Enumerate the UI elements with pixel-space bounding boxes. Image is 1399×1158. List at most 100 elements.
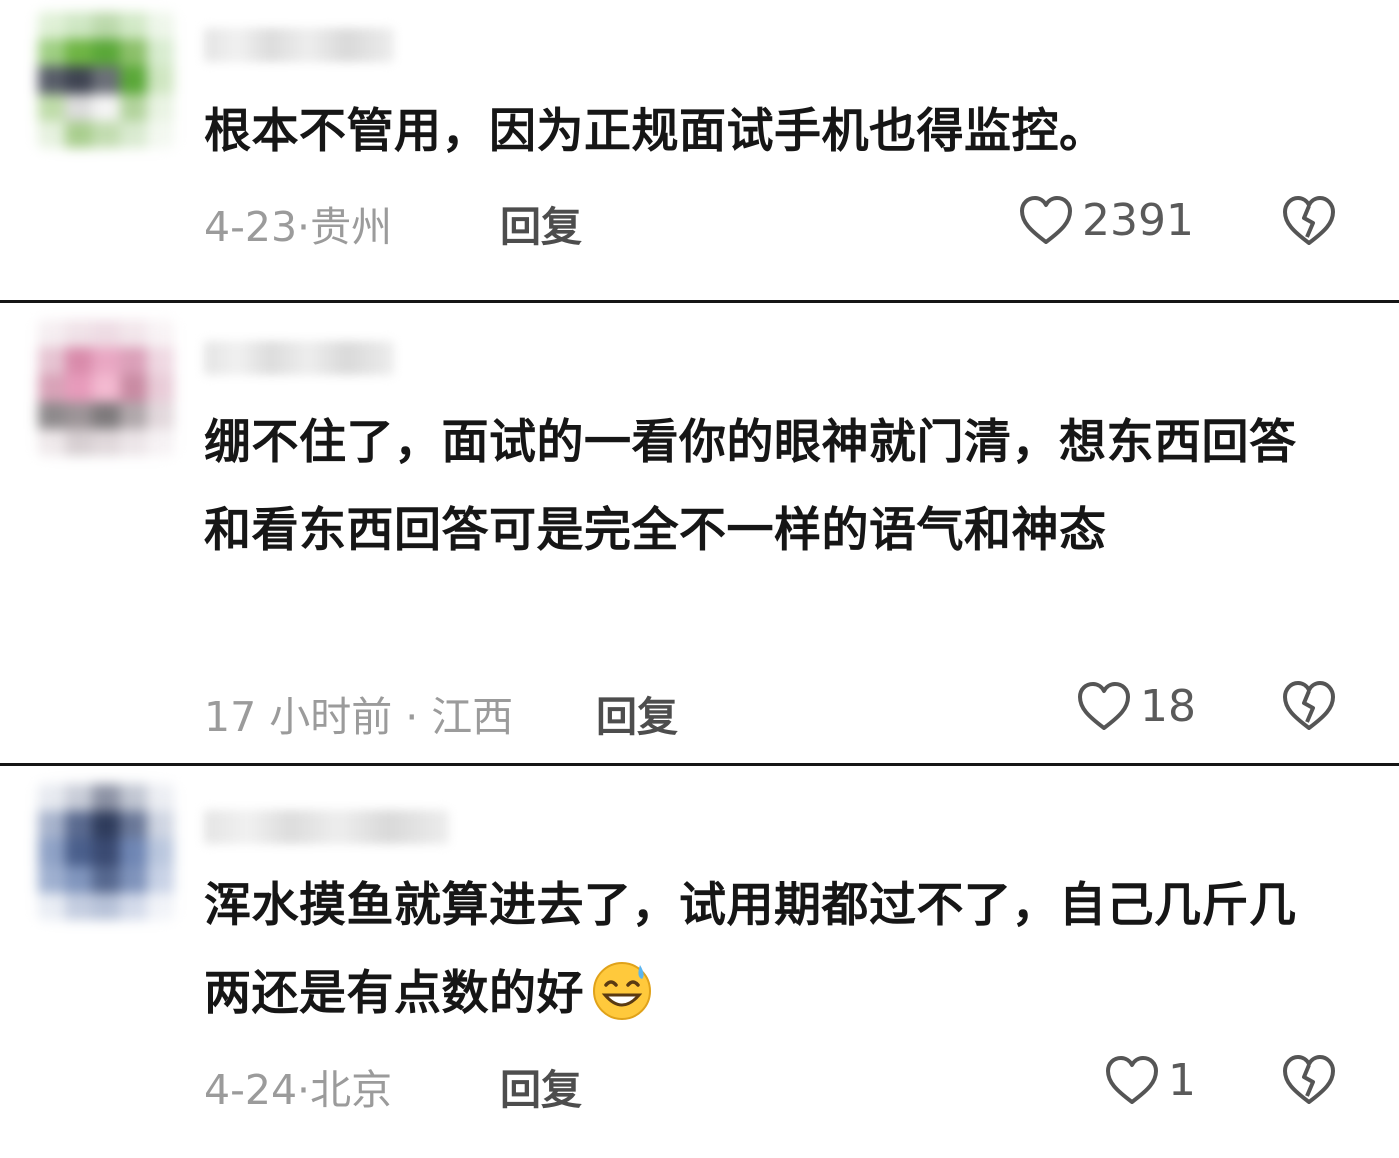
heart-icon xyxy=(1020,196,1072,244)
avatar-pixel xyxy=(38,320,66,348)
broken-heart-icon[interactable] xyxy=(1280,1052,1338,1106)
avatar[interactable] xyxy=(38,320,174,456)
avatar-pixel xyxy=(38,39,66,67)
avatar-pixel xyxy=(65,374,93,402)
like-button[interactable]: 1 xyxy=(1104,1050,1196,1110)
comment-meta: 4-24·北京 xyxy=(204,1066,393,1114)
avatar-pixel xyxy=(92,66,120,94)
avatar-pixel xyxy=(65,428,93,456)
avatar-pixel xyxy=(65,784,93,812)
avatar-pixel xyxy=(92,39,120,67)
avatar-pixel xyxy=(146,320,174,348)
avatar-pixel xyxy=(38,120,66,148)
comment-card: 绷不住了，面试的一看你的眼神就门清，想东西回答和看东西回答可是完全不一样的语气和… xyxy=(0,303,1399,763)
avatar-pixel xyxy=(146,784,174,812)
avatar-pixel xyxy=(38,93,66,121)
avatar-pixel xyxy=(65,320,93,348)
avatar-pixel xyxy=(38,838,66,866)
avatar-pixel xyxy=(38,811,66,839)
avatar-pixel xyxy=(38,428,66,456)
avatar-pixel xyxy=(65,12,93,40)
like-count: 2391 xyxy=(1082,194,1194,246)
avatar-pixel xyxy=(92,320,120,348)
comment-card: 浑水摸鱼就算进去了，试用期都过不了，自己几斤几两还是有点数的好 4-24·北京 … xyxy=(0,766,1399,1158)
avatar-pixel xyxy=(38,892,66,920)
avatar-pixel xyxy=(146,401,174,429)
heart-icon xyxy=(1106,1056,1158,1104)
avatar-pixel xyxy=(119,838,147,866)
avatar-pixel xyxy=(146,120,174,148)
avatar-pixel xyxy=(146,93,174,121)
avatar-pixel xyxy=(119,320,147,348)
avatar-pixel xyxy=(146,347,174,375)
like-button[interactable]: 18 xyxy=(1076,676,1196,736)
avatar-pixel xyxy=(92,428,120,456)
avatar-pixel xyxy=(38,12,66,40)
avatar-pixel xyxy=(146,12,174,40)
avatar[interactable] xyxy=(38,784,174,920)
broken-heart-icon[interactable] xyxy=(1280,193,1338,247)
avatar-pixel xyxy=(119,401,147,429)
avatar-pixel xyxy=(119,865,147,893)
like-count: 18 xyxy=(1140,680,1196,732)
like-count: 1 xyxy=(1168,1054,1196,1106)
avatar-pixel xyxy=(65,347,93,375)
comment-meta: 4-23·贵州 xyxy=(204,203,393,251)
avatar-pixel xyxy=(119,428,147,456)
comment-card: 根本不管用，因为正规面试手机也得监控。 4-23·贵州 回复 2391 xyxy=(0,0,1399,300)
reply-button[interactable]: 回复 xyxy=(596,683,678,743)
avatar-pixel xyxy=(92,12,120,40)
avatar-pixel xyxy=(38,374,66,402)
avatar-pixel xyxy=(65,892,93,920)
username-blurred[interactable] xyxy=(204,28,394,62)
avatar-pixel xyxy=(92,865,120,893)
avatar-pixel xyxy=(38,784,66,812)
avatar-pixel xyxy=(92,811,120,839)
avatar-pixel xyxy=(119,93,147,121)
avatar-pixel xyxy=(119,347,147,375)
avatar-pixel xyxy=(146,865,174,893)
avatar-pixel xyxy=(119,12,147,40)
avatar-pixel xyxy=(119,811,147,839)
avatar[interactable] xyxy=(38,12,174,148)
username-blurred[interactable] xyxy=(204,341,394,375)
avatar-pixel xyxy=(146,892,174,920)
comment-text: 绷不住了，面试的一看你的眼神就门清，想东西回答和看东西回答可是完全不一样的语气和… xyxy=(204,415,1297,558)
avatar-pixel xyxy=(146,838,174,866)
avatar-pixel xyxy=(92,784,120,812)
avatar-pixel xyxy=(65,66,93,94)
avatar-pixel xyxy=(38,347,66,375)
avatar-pixel xyxy=(119,120,147,148)
comment-meta: 17 小时前 · 江西 xyxy=(204,693,514,741)
avatar-pixel xyxy=(146,428,174,456)
avatar-pixel xyxy=(92,838,120,866)
reply-button[interactable]: 回复 xyxy=(500,193,582,253)
avatar-pixel xyxy=(65,93,93,121)
like-button[interactable]: 2391 xyxy=(1018,190,1194,250)
avatar-pixel xyxy=(92,93,120,121)
avatar-pixel xyxy=(65,120,93,148)
reply-button[interactable]: 回复 xyxy=(500,1056,582,1116)
avatar-pixel xyxy=(38,66,66,94)
avatar-pixel xyxy=(38,865,66,893)
avatar-pixel xyxy=(146,39,174,67)
broken-heart-icon[interactable] xyxy=(1280,678,1338,732)
avatar-pixel xyxy=(65,811,93,839)
avatar-pixel xyxy=(119,892,147,920)
avatar-pixel xyxy=(146,66,174,94)
avatar-pixel xyxy=(65,39,93,67)
comment-text-body: 浑水摸鱼就算进去了，试用期都过不了，自己几斤几两还是有点数的好 xyxy=(204,878,1297,1021)
avatar-pixel xyxy=(119,39,147,67)
avatar-pixel xyxy=(119,66,147,94)
heart-icon xyxy=(1078,682,1130,730)
avatar-pixel xyxy=(146,811,174,839)
avatar-pixel xyxy=(92,892,120,920)
comment-text: 浑水摸鱼就算进去了，试用期都过不了，自己几斤几两还是有点数的好 xyxy=(204,862,1314,1038)
avatar-pixel xyxy=(119,784,147,812)
sweat-smile-emoji-icon xyxy=(593,962,651,1020)
avatar-pixel xyxy=(119,374,147,402)
avatar-pixel xyxy=(65,401,93,429)
username-blurred[interactable] xyxy=(204,810,449,844)
comment-text: 根本不管用，因为正规面试手机也得监控。 xyxy=(204,104,1107,159)
avatar-pixel xyxy=(92,374,120,402)
